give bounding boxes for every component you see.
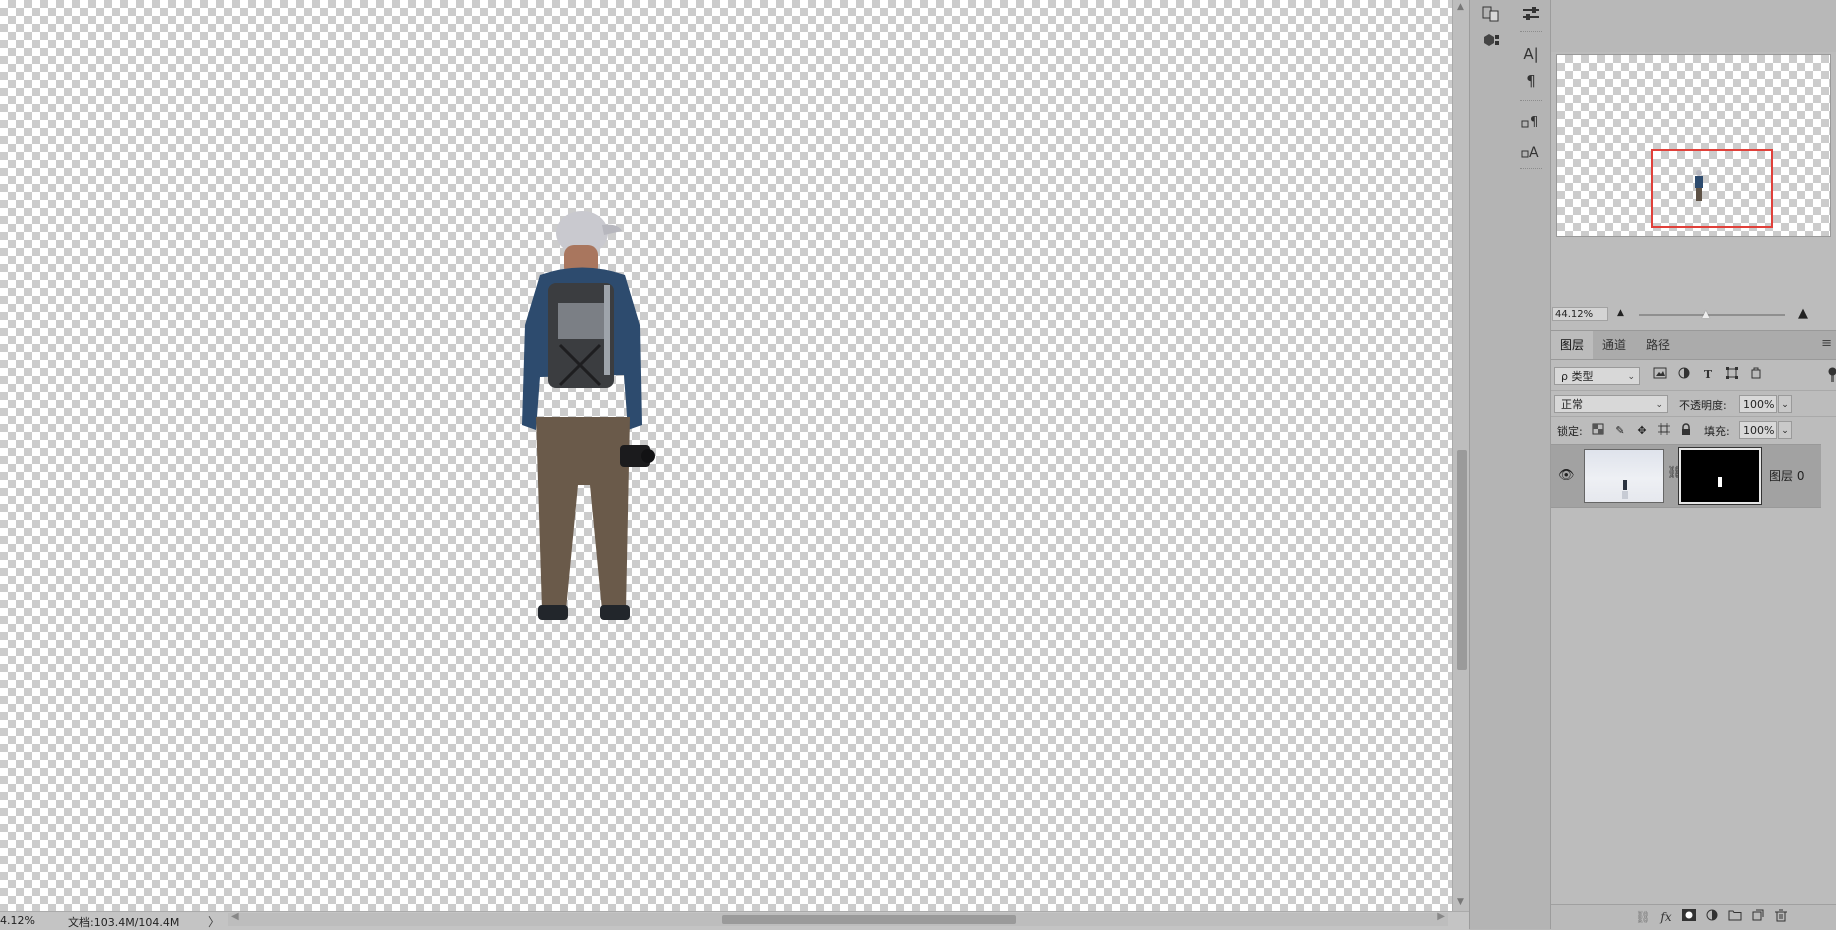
thumbnail-person [1623, 480, 1627, 490]
tab-channels[interactable]: 通道 [1593, 331, 1635, 359]
opacity-dropdown-icon[interactable]: ⌄ [1778, 395, 1792, 413]
status-zoom[interactable]: 4.12% [0, 914, 36, 927]
filter-type-text-icon[interactable]: T [1699, 367, 1717, 383]
layer-mask-thumbnail[interactable] [1679, 448, 1761, 504]
filter-pixel-icon[interactable] [1651, 367, 1669, 383]
layer-thumbnail[interactable] [1584, 449, 1664, 503]
horizontal-scrollbar[interactable]: ◀ ▶ [228, 913, 1448, 926]
paragraph-icon[interactable]: ¶ [1518, 70, 1544, 92]
tab-paths[interactable]: 路径 [1637, 331, 1679, 359]
character-icon[interactable]: A| [1518, 43, 1544, 65]
arrange-documents-icon[interactable] [1478, 3, 1504, 25]
dock-separator [1520, 31, 1542, 35]
navigator-header [1551, 0, 1836, 52]
person-cutout [500, 205, 670, 630]
blend-row: 正常 ⌄ 不透明度: 100% ⌄ [1551, 390, 1836, 417]
zoom-slider-track[interactable] [1639, 314, 1785, 316]
adjustment-layer-icon[interactable] [1702, 909, 1722, 926]
zoom-slider-knob[interactable]: ▲ [1702, 309, 1710, 320]
thumbnail-reflection [1622, 491, 1628, 499]
navigator-view-frame[interactable] [1651, 149, 1773, 228]
lock-all-icon[interactable] [1678, 423, 1694, 438]
svg-text:A: A [1529, 145, 1539, 160]
fill-label: 填充: [1704, 423, 1730, 439]
character-styles-icon[interactable]: A [1518, 140, 1544, 162]
fx-icon[interactable]: fx [1656, 909, 1676, 926]
layers-tabs: 图层 通道 路径 ≡ [1551, 330, 1836, 360]
chevron-down-icon: ⌄ [1655, 396, 1663, 414]
scroll-left-icon[interactable]: ◀ [231, 911, 239, 922]
lock-position-icon[interactable]: ✥ [1634, 423, 1650, 438]
dock-separator [1520, 100, 1542, 104]
new-group-icon[interactable] [1725, 909, 1745, 926]
navigator-zoom-bar: 44.12% ▲ ▲ ▲ [1551, 306, 1836, 324]
dock-strip-left [1469, 0, 1513, 929]
fill-dropdown-icon[interactable]: ⌄ [1778, 421, 1792, 439]
document-canvas[interactable] [0, 0, 1452, 911]
dock-strip-right: A| ¶ ¶ A [1512, 0, 1551, 929]
3d-icon[interactable] [1478, 29, 1504, 51]
svg-text:¶: ¶ [1530, 115, 1538, 130]
lock-transparent-pixels-icon[interactable] [1590, 423, 1606, 438]
panel-menu-icon[interactable]: ≡ [1821, 336, 1832, 351]
fill-input[interactable]: 100% [1739, 421, 1777, 439]
navigator-zoom-input[interactable]: 44.12% [1552, 307, 1608, 321]
right-panel: 44.12% ▲ ▲ ▲ 图层 通道 路径 ≡ ρ 类型 ⌄ T [1551, 0, 1836, 929]
new-layer-icon[interactable] [1748, 909, 1768, 926]
properties-icon[interactable] [1518, 3, 1544, 25]
filter-shape-icon[interactable] [1723, 367, 1741, 383]
eye-icon[interactable]: 👁 [1558, 468, 1575, 483]
add-mask-icon[interactable] [1679, 909, 1699, 926]
scroll-up-icon[interactable]: ▲ [1457, 2, 1464, 12]
zoom-in-icon[interactable]: ▲ [1798, 306, 1808, 321]
filter-type-dropdown[interactable]: ρ 类型 ⌄ [1554, 367, 1640, 385]
zoom-out-icon[interactable]: ▲ [1617, 308, 1624, 318]
filter-smart-object-icon[interactable] [1747, 367, 1765, 383]
lock-image-pixels-icon[interactable]: ✎ [1612, 423, 1628, 438]
mask-person-shape [1718, 477, 1722, 487]
lock-artboard-icon[interactable] [1656, 423, 1672, 438]
lock-row: 锁定: ✎ ✥ 填充: 100% ⌄ [1551, 416, 1836, 443]
layer-row[interactable]: 👁 ⛓ 图层 0 [1551, 444, 1821, 508]
navigator-preview[interactable] [1556, 54, 1831, 237]
paragraph-styles-icon[interactable]: ¶ [1518, 110, 1544, 132]
blend-mode-dropdown[interactable]: 正常 ⌄ [1554, 395, 1668, 413]
vertical-scrollbar[interactable]: ▲ ▼ [1452, 0, 1470, 911]
link-layers-icon[interactable]: ⛓ [1633, 909, 1653, 926]
dock-separator [1520, 168, 1542, 172]
blend-mode-value: 正常 [1561, 398, 1583, 411]
opacity-input[interactable]: 100% [1739, 395, 1777, 413]
layer-name[interactable]: 图层 0 [1769, 467, 1804, 484]
status-menu-arrow[interactable]: 〉 [208, 913, 220, 930]
tab-layers[interactable]: 图层 [1551, 331, 1593, 359]
document-size: 文档:103.4M/104.4M [68, 914, 179, 930]
filter-type-label: ρ 类型 [1561, 370, 1593, 383]
horizontal-scroll-thumb[interactable] [722, 915, 1016, 924]
filter-toggle-icon[interactable] [1828, 367, 1836, 382]
layers-bottom-bar: ⛓ fx [1551, 904, 1836, 930]
layer-filter-row: ρ 类型 ⌄ T [1551, 362, 1836, 390]
delete-layer-icon[interactable] [1771, 909, 1791, 926]
scroll-down-icon[interactable]: ▼ [1457, 897, 1464, 907]
filter-adjustment-icon[interactable] [1675, 367, 1693, 383]
scroll-right-icon[interactable]: ▶ [1437, 911, 1445, 922]
chevron-down-icon: ⌄ [1627, 368, 1635, 386]
vertical-scroll-thumb[interactable] [1457, 450, 1467, 670]
opacity-label: 不透明度: [1679, 397, 1727, 413]
lock-label: 锁定: [1557, 423, 1583, 439]
